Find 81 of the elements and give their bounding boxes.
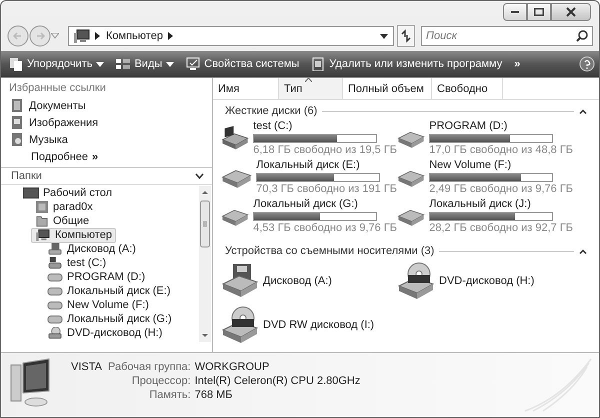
favorite-link[interactable]: Документы bbox=[9, 97, 86, 114]
column-header[interactable]: Тип bbox=[279, 78, 343, 99]
maximize-button[interactable] bbox=[527, 3, 551, 21]
tree-item[interactable]: test (C:) bbox=[43, 256, 110, 270]
drive-item[interactable]: Локальный диск (G:) 4,53 ГБ свободно из 9,76 ГБ bbox=[221, 197, 397, 236]
documents-icon bbox=[9, 57, 23, 71]
caret-icon bbox=[166, 62, 174, 66]
tree-item[interactable]: Дисковод (A:) bbox=[43, 242, 140, 256]
collapse-icon[interactable] bbox=[579, 108, 587, 114]
column-header[interactable]: Полный объем bbox=[343, 78, 432, 99]
chevron-icon bbox=[168, 32, 174, 40]
computer-name: VISTA bbox=[70, 360, 102, 373]
drive-item[interactable]: Локальный диск (E:) 70,3 ГБ свободно из 191 ГБ bbox=[221, 158, 397, 197]
address-field[interactable]: Компьютер bbox=[68, 26, 394, 46]
scrollbar[interactable] bbox=[199, 186, 211, 342]
favorite-link[interactable]: Музыка bbox=[9, 131, 68, 148]
drive-item[interactable]: DVD RW дисковод (I:) bbox=[221, 303, 397, 347]
breadcrumb[interactable]: Компьютер bbox=[106, 30, 163, 42]
group-title: Устройства со съемными носителями (3) bbox=[225, 245, 434, 257]
documents-folder-icon bbox=[11, 99, 23, 112]
tree-item[interactable]: Компьютер bbox=[31, 228, 116, 242]
close-button[interactable] bbox=[551, 3, 591, 21]
field-value: WORKGROUP bbox=[194, 361, 270, 373]
drive-item[interactable]: Дисковод (A:) bbox=[221, 259, 397, 303]
favorite-link[interactable]: Изображения bbox=[9, 114, 98, 131]
field-label: Рабочая группа: bbox=[108, 361, 191, 373]
field-label: Память: bbox=[148, 389, 191, 401]
toolbar-button[interactable]: Упорядочить bbox=[5, 55, 108, 73]
tree-item[interactable]: Рабочий стол bbox=[19, 186, 116, 200]
toolbar-button[interactable]: Удалить или изменить программу bbox=[307, 55, 506, 73]
computer-icon bbox=[74, 29, 90, 43]
monitor-check-icon bbox=[186, 57, 200, 71]
refresh-button[interactable] bbox=[397, 25, 415, 47]
drive-item[interactable]: PROGRAM (D:) 17,0 ГБ свободно из 48,8 ГБ bbox=[397, 119, 573, 158]
dvd-drive-icon bbox=[221, 306, 259, 344]
desktop-icon bbox=[23, 187, 39, 199]
tree-item[interactable]: Общие bbox=[31, 214, 94, 228]
maximize-icon bbox=[534, 8, 544, 16]
system-disk-icon bbox=[47, 257, 63, 269]
tree-item[interactable]: DVD-дисковод (H:) bbox=[43, 326, 166, 340]
views-icon bbox=[116, 57, 130, 71]
user-icon bbox=[35, 201, 49, 213]
drive-item[interactable]: New Volume (F:) 2,49 ГБ свободно из 9,76 ГБ bbox=[397, 158, 573, 197]
caret-icon bbox=[96, 62, 104, 66]
field-value: 768 МБ bbox=[194, 389, 234, 401]
floppy-drive-icon bbox=[221, 262, 259, 300]
minimize-icon bbox=[511, 11, 519, 13]
tree-item[interactable]: PROGRAM (D:) bbox=[43, 270, 150, 284]
chevron-icon bbox=[95, 32, 101, 40]
tree-item[interactable]: parad0x bbox=[31, 200, 97, 214]
column-header[interactable]: Свободно bbox=[432, 78, 503, 99]
tree-item[interactable]: Локальный диск (E:) bbox=[43, 284, 174, 298]
tree-item[interactable]: Локальный диск (G:) bbox=[43, 312, 176, 326]
program-icon bbox=[311, 57, 326, 71]
floppy-drive-icon bbox=[47, 243, 63, 255]
search-icon bbox=[576, 30, 588, 42]
drive-item[interactable]: DVD-дисковод (H:) bbox=[397, 259, 573, 303]
search-field[interactable]: Поиск bbox=[421, 26, 593, 46]
dropdown-caret-icon[interactable] bbox=[380, 34, 388, 38]
collapse-icon[interactable] bbox=[579, 248, 587, 254]
more-link[interactable]: Подробнее » bbox=[9, 148, 98, 165]
group-title: Жесткие диски (6) bbox=[225, 105, 318, 117]
tree-item[interactable]: New Volume (F:) bbox=[43, 298, 153, 312]
section-title: Папки bbox=[11, 170, 42, 182]
drive-item[interactable]: Локальный диск (J:) 28,2 ГБ свободно из 92,7 ГБ bbox=[397, 197, 573, 236]
music-folder-icon bbox=[11, 133, 23, 146]
field-label: Процессор: bbox=[130, 375, 191, 387]
toolbar-button[interactable]: Свойства системы bbox=[182, 55, 304, 73]
help-icon[interactable] bbox=[579, 56, 595, 72]
dvd-drive-icon bbox=[397, 262, 435, 300]
computer-icon bbox=[35, 229, 51, 241]
pictures-folder-icon bbox=[11, 116, 23, 129]
minimize-button[interactable] bbox=[503, 3, 527, 21]
field-value: Intel(R) Celeron(R) CPU 2.80GHz bbox=[194, 375, 360, 387]
section-title: Избранные ссылки bbox=[9, 81, 107, 96]
dvd-drive-icon bbox=[47, 327, 63, 339]
toolbar-button[interactable]: Виды bbox=[112, 55, 178, 73]
close-icon bbox=[566, 7, 576, 17]
drive-item[interactable]: test (C:) 6,18 ГБ свободно из 19,5 ГБ bbox=[221, 119, 397, 158]
more-button[interactable]: » bbox=[510, 56, 524, 72]
chevron-down-icon[interactable] bbox=[195, 173, 204, 179]
